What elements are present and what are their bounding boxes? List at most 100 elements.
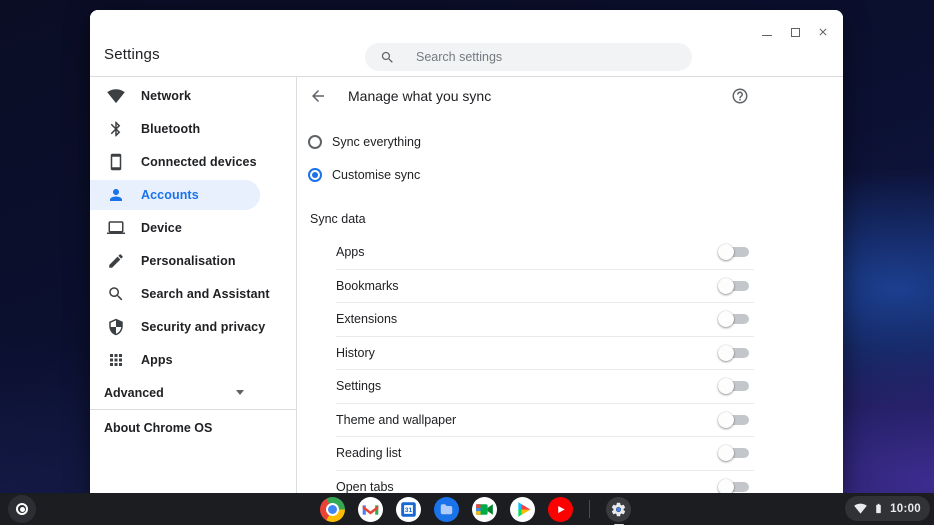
gmail-shelf-app[interactable] xyxy=(358,496,383,522)
content-header: Manage what you sync xyxy=(297,77,843,115)
meet-icon xyxy=(472,496,497,522)
bluetooth-icon xyxy=(107,120,125,138)
toggle-label: Reading list xyxy=(336,446,402,461)
chrome-icon xyxy=(320,496,345,522)
search-input[interactable]: Search settings xyxy=(365,43,692,71)
radio-row-sync-everything[interactable]: Sync everything xyxy=(297,125,843,158)
sidebar-item-label: Security and privacy xyxy=(141,319,266,334)
sidebar-item-label: Accounts xyxy=(141,187,199,202)
section-title: Sync data xyxy=(310,212,366,226)
sidebar-item-search-and-assistant[interactable]: Search and Assistant xyxy=(90,277,296,310)
radio-label: Customise sync xyxy=(332,167,421,182)
settings-icon xyxy=(606,496,631,522)
close-icon xyxy=(819,28,827,36)
wifi-icon xyxy=(854,503,867,514)
sidebar-item-connected-devices[interactable]: Connected devices xyxy=(90,145,296,178)
sidebar-item-apps[interactable]: Apps xyxy=(90,343,296,376)
play-shelf-app[interactable] xyxy=(510,496,535,522)
maximize-button[interactable] xyxy=(787,24,803,40)
chrome-shelf-app[interactable] xyxy=(320,496,345,522)
sidebar-item-about-chrome-os[interactable]: About Chrome OS xyxy=(90,410,296,446)
radio-sync-everything[interactable] xyxy=(308,134,322,149)
toggle-open-tabs[interactable] xyxy=(718,478,750,493)
toggle-label: Settings xyxy=(336,379,382,394)
help-icon xyxy=(732,88,748,104)
page-title: Settings xyxy=(104,46,160,63)
sidebar-item-label: Bluetooth xyxy=(141,121,201,136)
battery-icon xyxy=(876,503,881,514)
toggle-label: Open tabs xyxy=(336,479,394,493)
shelf-apps: 31 xyxy=(320,493,631,525)
toggle-theme-and-wallpaper[interactable] xyxy=(718,411,750,428)
toggle-row-open-tabs: Open tabs xyxy=(336,469,754,493)
about-label: About Chrome OS xyxy=(104,421,213,435)
toggle-row-bookmarks: Bookmarks xyxy=(336,268,754,303)
advanced-label: Advanced xyxy=(104,385,164,400)
files-shelf-app[interactable] xyxy=(434,496,459,522)
help-button[interactable] xyxy=(731,87,749,105)
radio-customise-sync[interactable] xyxy=(308,167,322,182)
radio-row-customise-sync[interactable]: Customise sync xyxy=(297,158,843,191)
toggle-row-history: History xyxy=(336,335,754,370)
search-icon xyxy=(381,51,393,63)
status-tray[interactable]: 10:00 xyxy=(845,496,930,521)
wifi-icon xyxy=(107,87,125,105)
toggle-history[interactable] xyxy=(718,344,750,361)
shield-icon xyxy=(107,318,125,336)
minimize-icon xyxy=(762,34,772,36)
close-button[interactable] xyxy=(815,24,831,40)
youtube-icon xyxy=(548,496,573,522)
sidebar-item-label: Network xyxy=(141,88,192,103)
toggle-reading-list[interactable] xyxy=(718,445,750,462)
back-arrow-icon xyxy=(312,90,324,102)
sidebar-item-label: Device xyxy=(141,220,182,235)
sync-mode-radios: Sync everything Customise sync xyxy=(297,125,843,191)
settings-header: Settings Search settings xyxy=(90,10,843,77)
sidebar-item-bluetooth[interactable]: Bluetooth xyxy=(90,112,296,145)
toggle-settings[interactable] xyxy=(718,378,750,395)
toggle-label: Theme and wallpaper xyxy=(336,412,457,427)
sidebar-item-personalisation[interactable]: Personalisation xyxy=(90,244,296,277)
toggle-label: History xyxy=(336,345,375,360)
launcher-button[interactable] xyxy=(8,495,36,523)
sidebar-item-advanced[interactable]: Advanced xyxy=(90,376,296,409)
meet-shelf-app[interactable] xyxy=(472,496,497,522)
sidebar-item-label: Apps xyxy=(141,352,173,367)
apps-icon xyxy=(107,351,125,369)
content-title: Manage what you sync xyxy=(348,88,492,104)
sidebar-item-network[interactable]: Network xyxy=(90,79,296,112)
sidebar-item-security-and-privacy[interactable]: Security and privacy xyxy=(90,310,296,343)
settings-window: Settings Search settings Network Bluetoot… xyxy=(90,10,843,493)
person-icon xyxy=(107,186,125,204)
minimize-button[interactable] xyxy=(759,24,775,40)
radio-label: Sync everything xyxy=(332,134,421,149)
sidebar-item-label: Connected devices xyxy=(141,154,257,169)
sidebar-item-device[interactable]: Device xyxy=(90,211,296,244)
toggle-bookmarks[interactable] xyxy=(718,277,750,294)
sidebar-item-accounts[interactable]: Accounts xyxy=(90,179,260,210)
calendar-icon: 31 xyxy=(396,496,421,522)
smartphone-icon xyxy=(107,153,125,171)
toggle-extensions[interactable] xyxy=(718,311,750,328)
play-icon xyxy=(510,496,535,522)
sidebar-item-label: Personalisation xyxy=(141,253,236,268)
youtube-shelf-app[interactable] xyxy=(548,496,573,522)
sync-data-list: Apps Bookmarks Extensions History Settings Th… xyxy=(297,235,843,493)
toggle-row-reading-list: Reading list xyxy=(336,436,754,470)
launcher-icon xyxy=(16,503,28,515)
svg-text:31: 31 xyxy=(405,507,413,514)
gmail-icon xyxy=(358,496,383,522)
toggle-label: Bookmarks xyxy=(336,278,399,293)
sync-settings-content: Manage what you sync Sync everything Cust… xyxy=(297,77,843,493)
toggle-row-extensions: Extensions xyxy=(336,302,754,336)
toggle-apps[interactable] xyxy=(718,243,750,260)
back-button[interactable] xyxy=(309,87,327,105)
calendar-shelf-app[interactable]: 31 xyxy=(396,496,421,522)
sidebar-item-label: Search and Assistant xyxy=(141,286,270,301)
laptop-icon xyxy=(107,219,125,237)
toggle-label: Extensions xyxy=(336,312,398,327)
search-placeholder: Search settings xyxy=(416,50,503,64)
chevron-down-icon xyxy=(236,390,244,395)
toggle-label: Apps xyxy=(336,244,365,259)
settings-shelf-app[interactable] xyxy=(606,496,631,525)
